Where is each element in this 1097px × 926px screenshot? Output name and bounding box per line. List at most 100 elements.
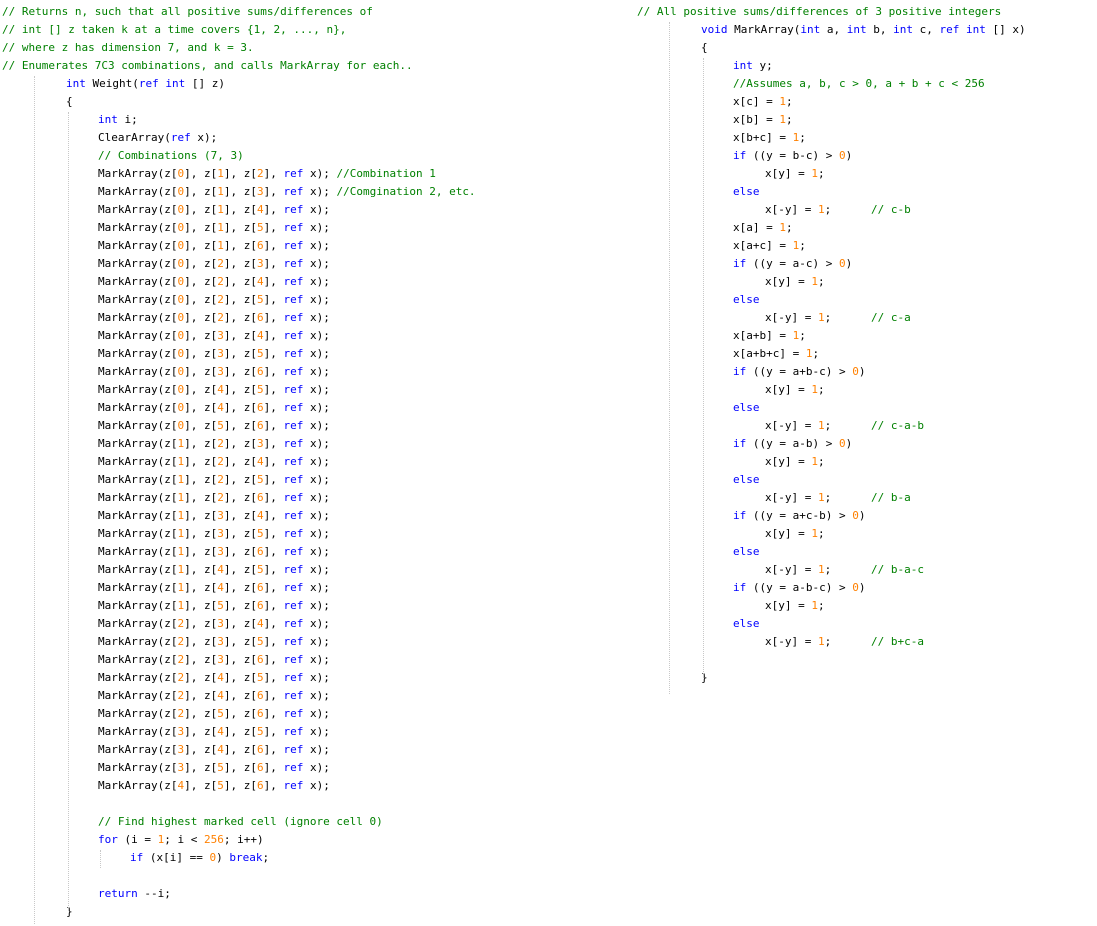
code-text: x); (303, 473, 330, 486)
code-line: MarkArray(z[0], z[1], z[2], ref x); //Co… (98, 165, 436, 183)
indent-guide (669, 22, 670, 694)
code-keyword: ref (283, 779, 304, 792)
code-number: 0 (852, 365, 859, 378)
code-text: [] x) (985, 23, 1026, 36)
code-text: ], (263, 293, 284, 306)
code-number: 0 (838, 437, 846, 450)
code-text: x); (303, 275, 330, 288)
code-line: MarkArray(z[2], z[4], z[5], ref x); (98, 669, 330, 687)
code-text: x); (303, 329, 330, 342)
code-comment: // All positive sums/differences of 3 po… (637, 5, 1002, 18)
code-text: ], z[ (223, 671, 257, 684)
code-number: 5 (256, 635, 264, 648)
code-text: x); (303, 581, 330, 594)
code-line: MarkArray(z[1], z[2], z[4], ref x); (98, 453, 330, 471)
code-keyword: ref (283, 473, 304, 486)
code-line: MarkArray(z[1], z[3], z[6], ref x); (98, 543, 330, 561)
code-number: 5 (256, 221, 264, 234)
code-text: MarkArray(z[ (98, 329, 178, 342)
left-code-pane: // Returns n, such that all positive sum… (0, 0, 610, 926)
code-line: { (701, 39, 708, 57)
code-comment: // c-a-b (870, 419, 924, 432)
code-number: 4 (217, 383, 224, 396)
code-text: ], (263, 599, 284, 612)
code-number: 4 (256, 455, 264, 468)
code-text: ], (263, 311, 284, 324)
code-line: MarkArray(z[1], z[3], z[5], ref x); (98, 525, 330, 543)
code-text: x); (303, 401, 330, 414)
code-line: x[a+c] = 1; (733, 237, 806, 255)
code-text: ], (263, 707, 284, 720)
code-text: x[-y] = (765, 311, 818, 324)
code-line: MarkArray(z[1], z[5], z[6], ref x); (98, 597, 330, 615)
code-text: ], (263, 167, 284, 180)
code-keyword: ref (170, 131, 191, 144)
code-text: ; (817, 599, 825, 612)
code-line: MarkArray(z[1], z[3], z[4], ref x); (98, 507, 330, 525)
code-number: 3 (256, 185, 264, 198)
code-comment: // Enumerates 7C3 combinations, and call… (2, 59, 413, 72)
code-line: else (733, 543, 760, 561)
code-number: 4 (256, 617, 264, 630)
code-text: } (66, 905, 73, 918)
code-text: ], z[ (223, 347, 257, 360)
code-line: return --i; (98, 885, 171, 903)
code-number: 4 (217, 563, 224, 576)
code-number: 3 (217, 365, 224, 378)
code-number: 3 (217, 617, 224, 630)
code-number: 1 (817, 203, 825, 216)
code-keyword: int (893, 23, 913, 36)
code-text: ], (263, 437, 284, 450)
code-text: ], (263, 653, 284, 666)
code-text: x[a+b] = (733, 329, 793, 342)
code-text: ], z[ (223, 275, 257, 288)
code-number: 3 (217, 527, 224, 540)
code-text: ], (263, 329, 284, 342)
code-text: ; (799, 131, 806, 144)
code-text: x); (303, 311, 330, 324)
code-text: ], (263, 275, 284, 288)
code-number: 6 (256, 689, 264, 702)
code-text: MarkArray(z[ (98, 509, 178, 522)
code-text: i; (117, 113, 138, 126)
code-text: ], z[ (184, 437, 218, 450)
code-text: ], z[ (184, 167, 218, 180)
code-keyword: ref (283, 527, 304, 540)
code-text: ], z[ (223, 455, 257, 468)
code-keyword: int (98, 113, 118, 126)
code-text: ], z[ (223, 545, 257, 558)
code-keyword: void (701, 23, 728, 36)
code-text: ], z[ (223, 653, 257, 666)
code-text: ], z[ (184, 761, 218, 774)
code-keyword: ref (283, 743, 304, 756)
code-number: 256 (204, 833, 224, 846)
code-line: MarkArray(z[2], z[3], z[5], ref x); (98, 633, 330, 651)
code-number: 1 (811, 455, 818, 468)
code-text: { (701, 41, 708, 54)
code-text: MarkArray(z[ (98, 347, 178, 360)
code-line: if ((y = a+b-c) > 0) (733, 363, 865, 381)
code-text: y; (752, 59, 773, 72)
code-text: ], z[ (223, 581, 257, 594)
code-text: x); (303, 509, 330, 522)
code-text: x[y] = (765, 275, 812, 288)
code-text: MarkArray(z[ (98, 257, 178, 270)
code-text: ) (858, 365, 866, 378)
code-text: ], z[ (223, 401, 257, 414)
code-text: x[y] = (765, 383, 812, 396)
code-text: ], z[ (223, 779, 257, 792)
code-text: ], z[ (184, 527, 218, 540)
code-keyword: if (733, 509, 747, 522)
code-text: x); (303, 437, 330, 450)
code-number: 0 (838, 257, 846, 270)
code-comment: // Combinations (7, 3) (98, 149, 244, 162)
code-keyword: if (733, 257, 747, 270)
code-line: MarkArray(z[3], z[5], z[6], ref x); (98, 759, 330, 777)
code-keyword: else (733, 473, 760, 486)
code-keyword: ref (283, 671, 304, 684)
code-text: x); (303, 257, 330, 270)
code-text: ], (263, 185, 284, 198)
code-number: 2 (217, 293, 224, 306)
code-number: 0 (852, 509, 859, 522)
code-text: x); (303, 563, 330, 576)
